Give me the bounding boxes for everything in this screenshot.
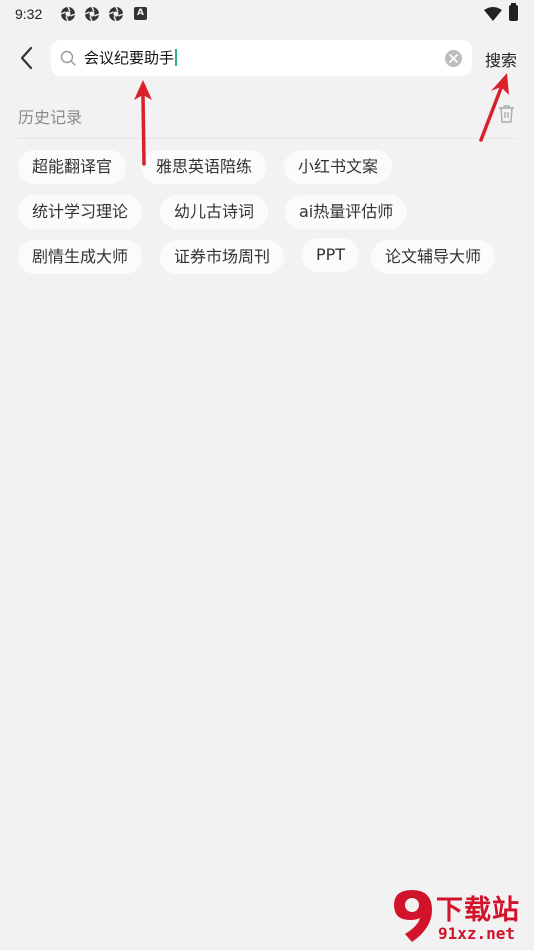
history-chip[interactable]: 超能翻译官 bbox=[18, 150, 127, 184]
history-chip[interactable]: ai热量评估师 bbox=[285, 195, 408, 229]
search-input[interactable]: 会议纪要助手 bbox=[84, 46, 178, 70]
search-box[interactable]: 会议纪要助手 bbox=[51, 40, 472, 76]
aperture-icon bbox=[84, 6, 100, 22]
battery-icon bbox=[509, 3, 518, 21]
divider bbox=[18, 138, 516, 139]
watermark-logo bbox=[394, 890, 432, 942]
history-chip[interactable]: 剧情生成大师 bbox=[18, 240, 143, 274]
history-chip[interactable]: PPT bbox=[302, 238, 360, 272]
search-query-text: 会议纪要助手 bbox=[84, 49, 175, 67]
search-button[interactable]: 搜索 bbox=[485, 47, 517, 71]
history-chip[interactable]: 统计学习理论 bbox=[18, 195, 143, 229]
status-time: 9:32 bbox=[15, 6, 43, 22]
history-chip[interactable]: 幼儿古诗词 bbox=[160, 195, 269, 229]
search-icon bbox=[60, 50, 76, 66]
annotation-arrow-to-input bbox=[134, 80, 152, 166]
history-chip[interactable]: 论文辅导大师 bbox=[371, 240, 496, 274]
aperture-icon bbox=[60, 6, 76, 22]
history-chip[interactable]: 小红书文案 bbox=[284, 150, 393, 184]
watermark-url: 91xz.net bbox=[438, 924, 516, 943]
text-caret bbox=[175, 49, 178, 66]
back-arrow-icon[interactable] bbox=[14, 44, 40, 72]
history-title: 历史记录 bbox=[18, 108, 83, 127]
a-box-icon: A bbox=[134, 7, 147, 20]
status-bar: 9:32 A bbox=[0, 0, 534, 28]
history-chip[interactable]: 雅思英语陪练 bbox=[142, 150, 267, 184]
history-chip[interactable]: 证券市场周刊 bbox=[160, 240, 285, 274]
aperture-icon bbox=[108, 6, 124, 22]
watermark: 下载站 91xz.net bbox=[388, 888, 534, 948]
wifi-icon bbox=[484, 7, 502, 21]
annotation-arrow-to-search-button bbox=[479, 73, 509, 142]
watermark-brand: 下载站 bbox=[436, 895, 520, 926]
clear-input-icon[interactable] bbox=[445, 50, 462, 67]
